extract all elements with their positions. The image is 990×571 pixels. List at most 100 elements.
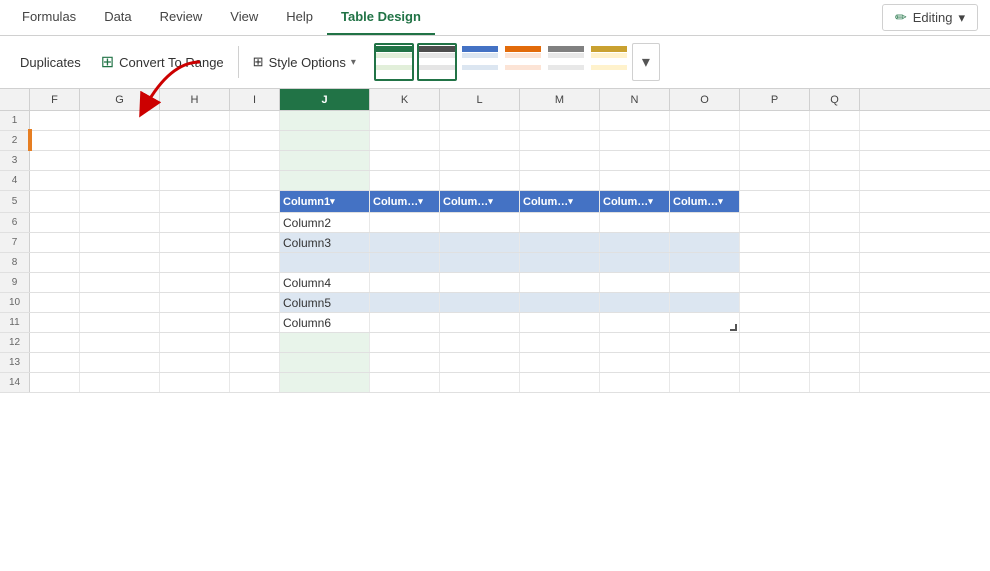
col-header-I[interactable]: I xyxy=(230,89,280,110)
grid-cell[interactable] xyxy=(80,293,160,312)
grid-cell[interactable] xyxy=(670,333,740,352)
grid-cell[interactable] xyxy=(30,151,80,170)
col-header-J[interactable]: J xyxy=(280,89,370,110)
resize-handle[interactable] xyxy=(730,324,737,331)
swatch-grey[interactable] xyxy=(546,43,586,81)
grid-cell[interactable] xyxy=(160,353,230,372)
grid-cell[interactable] xyxy=(810,171,860,190)
grid-cell[interactable] xyxy=(520,131,600,150)
grid-cell[interactable] xyxy=(80,111,160,130)
grid-cell[interactable] xyxy=(30,253,80,272)
table-col1-header[interactable]: Column1 ▾ xyxy=(280,191,370,212)
table-data-cell[interactable] xyxy=(440,213,520,232)
grid-cell[interactable] xyxy=(80,373,160,392)
table-data-cell[interactable] xyxy=(440,233,520,252)
table-data-cell[interactable] xyxy=(600,213,670,232)
table-data-cell[interactable] xyxy=(670,253,740,272)
grid-cell[interactable] xyxy=(280,373,370,392)
grid-cell[interactable] xyxy=(600,171,670,190)
grid-cell[interactable] xyxy=(80,273,160,292)
table-data-cell[interactable] xyxy=(600,233,670,252)
grid-cell[interactable] xyxy=(80,353,160,372)
table-data-cell[interactable] xyxy=(600,293,670,312)
grid-cell[interactable] xyxy=(160,373,230,392)
tab-formulas[interactable]: Formulas xyxy=(8,0,90,35)
swatch-gold[interactable] xyxy=(589,43,629,81)
grid-cell[interactable] xyxy=(370,373,440,392)
grid-cell[interactable] xyxy=(370,333,440,352)
tab-help[interactable]: Help xyxy=(272,0,327,35)
table-data-cell[interactable] xyxy=(520,233,600,252)
table-data-cell[interactable] xyxy=(670,273,740,292)
grid-cell[interactable] xyxy=(440,333,520,352)
table-data-cell[interactable] xyxy=(520,273,600,292)
grid-cell[interactable] xyxy=(160,293,230,312)
grid-cell[interactable] xyxy=(230,131,280,150)
table-col2-header[interactable]: Colum… ▾ xyxy=(370,191,440,212)
grid-cell[interactable] xyxy=(440,131,520,150)
tab-review[interactable]: Review xyxy=(146,0,217,35)
swatch-green[interactable] xyxy=(374,43,414,81)
grid-cell[interactable] xyxy=(30,213,80,232)
grid-cell[interactable] xyxy=(230,313,280,332)
grid-cell[interactable] xyxy=(810,191,860,212)
grid-cell[interactable] xyxy=(520,353,600,372)
grid-cell[interactable] xyxy=(740,191,810,212)
grid-cell[interactable] xyxy=(30,191,80,212)
grid-cell[interactable] xyxy=(80,333,160,352)
grid-cell[interactable] xyxy=(670,353,740,372)
grid-cell[interactable] xyxy=(230,191,280,212)
table-data-cell[interactable] xyxy=(600,313,670,332)
grid-cell[interactable] xyxy=(740,253,810,272)
grid-cell[interactable] xyxy=(30,333,80,352)
grid-cell[interactable] xyxy=(670,111,740,130)
table-data-cell[interactable] xyxy=(370,233,440,252)
table-data-cell[interactable] xyxy=(670,233,740,252)
grid-cell[interactable] xyxy=(230,333,280,352)
grid-cell[interactable] xyxy=(160,273,230,292)
table-data-cell[interactable] xyxy=(370,253,440,272)
tab-data[interactable]: Data xyxy=(90,0,145,35)
grid-cell[interactable] xyxy=(30,293,80,312)
grid-cell[interactable] xyxy=(670,131,740,150)
grid-cell[interactable] xyxy=(370,171,440,190)
more-styles-button[interactable]: ▾ xyxy=(632,43,660,81)
grid-cell[interactable] xyxy=(160,313,230,332)
grid-cell[interactable] xyxy=(810,233,860,252)
grid-cell[interactable] xyxy=(740,333,810,352)
grid-cell[interactable] xyxy=(520,171,600,190)
table-col5-header[interactable]: Colum… ▾ xyxy=(600,191,670,212)
grid-cell[interactable] xyxy=(440,151,520,170)
grid-cell[interactable] xyxy=(80,151,160,170)
grid-cell[interactable] xyxy=(30,353,80,372)
grid-cell[interactable] xyxy=(600,333,670,352)
grid-cell[interactable] xyxy=(810,151,860,170)
grid-cell[interactable] xyxy=(30,111,80,130)
table-data-cell[interactable] xyxy=(520,213,600,232)
grid-cell[interactable] xyxy=(810,253,860,272)
table-data-cell[interactable] xyxy=(370,273,440,292)
grid-cell[interactable] xyxy=(30,233,80,252)
grid-cell[interactable] xyxy=(740,171,810,190)
grid-cell[interactable] xyxy=(740,373,810,392)
grid-cell[interactable] xyxy=(440,111,520,130)
col-header-G[interactable]: G xyxy=(80,89,160,110)
grid-cell[interactable] xyxy=(160,213,230,232)
grid-cell[interactable] xyxy=(600,111,670,130)
grid-cell[interactable] xyxy=(810,353,860,372)
grid-cell[interactable] xyxy=(160,171,230,190)
table-data-cell[interactable] xyxy=(440,273,520,292)
grid-cell[interactable] xyxy=(230,171,280,190)
grid-cell[interactable] xyxy=(230,213,280,232)
grid-cell[interactable] xyxy=(440,171,520,190)
grid-cell[interactable] xyxy=(740,313,810,332)
grid-cell[interactable] xyxy=(370,353,440,372)
grid-cell[interactable] xyxy=(230,233,280,252)
grid-cell[interactable] xyxy=(520,373,600,392)
table-data-cell[interactable]: Column2 xyxy=(280,213,370,232)
grid-cell[interactable] xyxy=(280,151,370,170)
table-data-cell[interactable] xyxy=(520,313,600,332)
grid-cell[interactable] xyxy=(80,191,160,212)
grid-cell[interactable] xyxy=(370,131,440,150)
grid-cell[interactable] xyxy=(370,151,440,170)
